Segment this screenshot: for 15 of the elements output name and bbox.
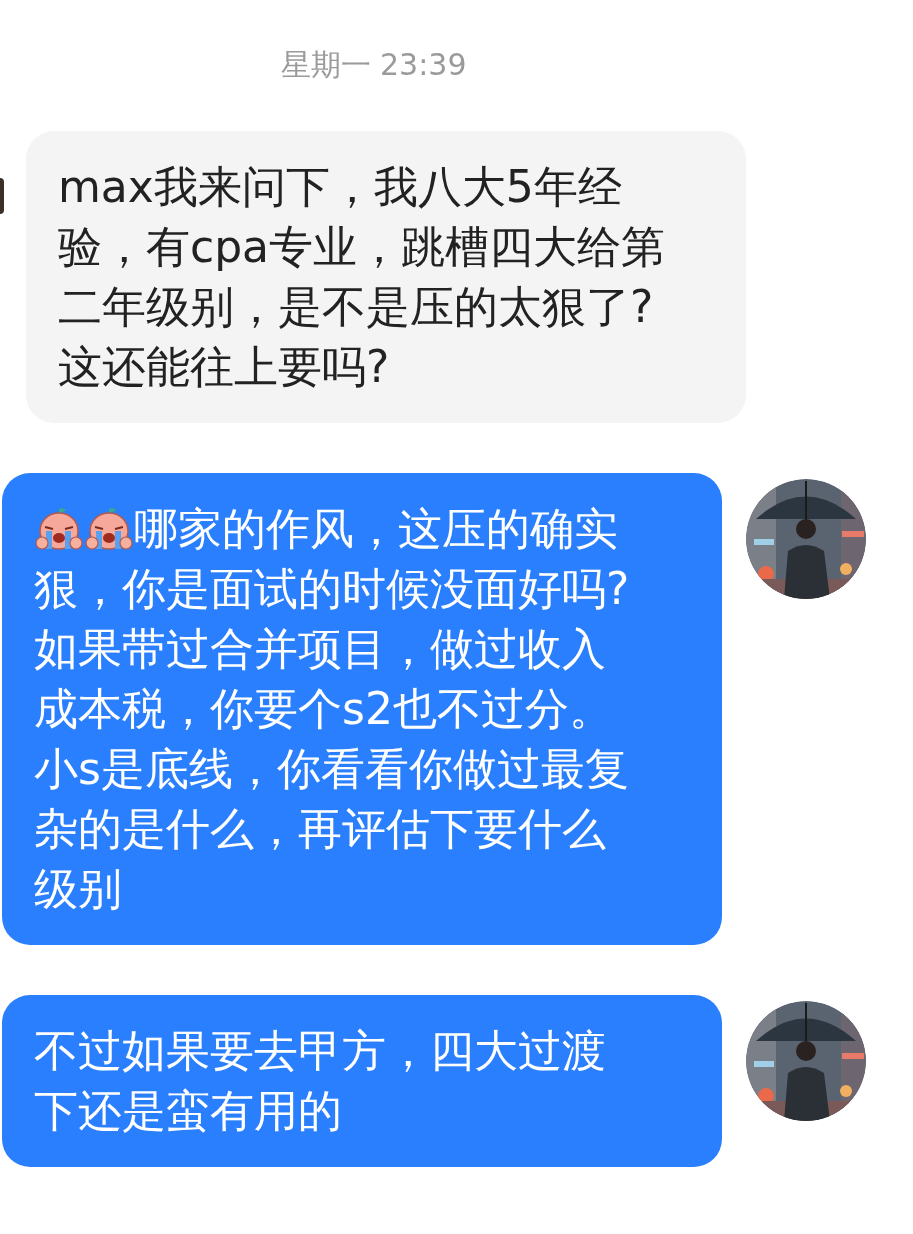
message-text: 哪家的作风，这压的确实 xyxy=(134,502,618,556)
message-text: 成本税，你要个s2也不过分。 xyxy=(34,682,613,736)
message-text: 下还是蛮有用的 xyxy=(34,1084,342,1138)
message-text: 级别 xyxy=(34,862,122,916)
message-text: 杂的是什么，再评估下要什么 xyxy=(34,802,606,856)
message-text: 二年级别，是不是压的太狠了? xyxy=(58,280,654,334)
message-text: 如果带过合并项目，做过收入 xyxy=(34,622,606,676)
message-text: 不过如果要去甲方，四大过渡 xyxy=(34,1024,606,1078)
timestamp: 星期一 23:39 xyxy=(280,46,467,84)
avatar-edge xyxy=(0,178,4,214)
message-text: 小s是底线，你看看你做过最复 xyxy=(34,742,629,796)
message-text: 狠，你是面试的时候没面好吗? xyxy=(34,562,630,616)
message-text: max我来问下，我八大5年经 xyxy=(58,160,622,214)
message-text: 这还能往上要吗? xyxy=(58,340,390,394)
message-text: 验，有cpa专业，跳槽四大给第 xyxy=(58,220,666,274)
